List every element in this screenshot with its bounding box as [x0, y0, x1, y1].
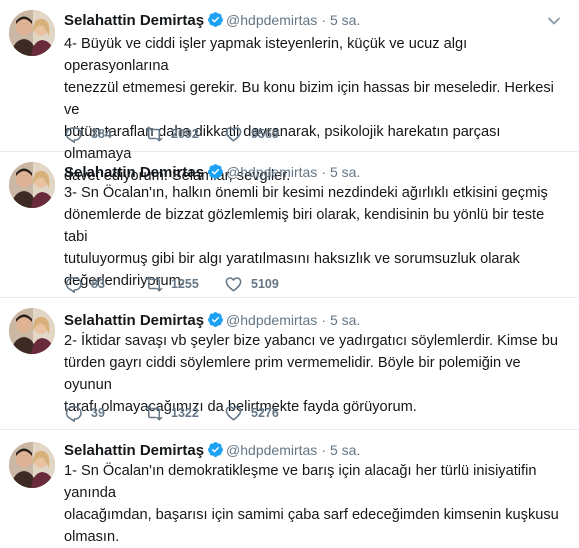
- like-count: 5276: [251, 406, 279, 420]
- avatar[interactable]: [9, 308, 55, 354]
- author-name[interactable]: Selahattin Demirtaş: [64, 12, 204, 29]
- tweet-text-line: türden gayrı ciddi söylemlere prim verme…: [64, 355, 521, 393]
- tweet-actions: 39 1322 5276: [64, 403, 384, 423]
- verified-badge-icon: [207, 11, 224, 34]
- reply-count: 39: [91, 406, 105, 420]
- tweet[interactable]: Selahattin Demirtaş @hdpdemirtas · 5 sa. 3-…: [0, 152, 579, 298]
- tweet-header: Selahattin Demirtaş @hdpdemirtas · 5 sa.: [64, 162, 360, 182]
- author-name[interactable]: Selahattin Demirtaş: [64, 164, 204, 181]
- retweet-icon: [145, 405, 163, 421]
- avatar[interactable]: [9, 10, 55, 56]
- avatar[interactable]: [9, 162, 55, 208]
- reply-icon: [65, 406, 82, 422]
- reply-count: 384: [91, 127, 112, 141]
- reply-count: 83: [91, 277, 105, 291]
- avatar[interactable]: [9, 442, 55, 488]
- tweet-header: Selahattin Demirtaş @hdpdemirtas · 5 sa.: [64, 10, 360, 30]
- tweet[interactable]: Selahattin Demirtaş @hdpdemirtas · 5 sa. 1-…: [0, 430, 579, 545]
- tweet[interactable]: Selahattin Demirtaş @hdpdemirtas · 5 sa. 2-…: [0, 298, 579, 430]
- author-handle[interactable]: @hdpdemirtas: [226, 312, 317, 328]
- author-handle[interactable]: @hdpdemirtas: [226, 12, 317, 28]
- separator: ·: [321, 442, 326, 458]
- tweet-text-line: tutuluyormuş gibi bir algı yaratılmasını…: [64, 251, 520, 267]
- author-name[interactable]: Selahattin Demirtaş: [64, 442, 204, 459]
- heart-icon: [225, 406, 242, 421]
- heart-icon: [225, 277, 242, 292]
- heart-icon: [225, 127, 242, 142]
- retweet-count: 1255: [171, 277, 199, 291]
- timestamp[interactable]: 5 sa.: [330, 312, 360, 328]
- author-handle[interactable]: @hdpdemirtas: [226, 164, 317, 180]
- tweet-actions: 83 1255 5109: [64, 274, 384, 294]
- tweet[interactable]: Selahattin Demirtaş @hdpdemirtas · 5 sa. 4-…: [0, 0, 579, 184]
- timestamp[interactable]: 5 sa.: [330, 442, 360, 458]
- reply-icon: [65, 127, 82, 143]
- author-name[interactable]: Selahattin Demirtaş: [64, 312, 204, 329]
- like-count: 5109: [251, 277, 279, 291]
- chevron-down-icon[interactable]: [547, 14, 561, 28]
- tweet-text-line: olacağımdan, başarısı için samimi çaba s…: [64, 507, 559, 523]
- tweet-text-line: olmasın.: [64, 529, 120, 545]
- tweet-text-line: 2- İktidar savaşı vb şeyler bize yabancı…: [64, 333, 558, 349]
- tweet-actions: 384 2092 9569: [64, 124, 384, 144]
- author-handle[interactable]: @hdpdemirtas: [226, 442, 317, 458]
- retweet-icon: [145, 276, 163, 292]
- separator: ·: [321, 312, 326, 328]
- timestamp[interactable]: 5 sa.: [330, 164, 360, 180]
- tweet-text-line: 4- Büyük ve ciddi işler yapmak isteyenle…: [64, 36, 468, 74]
- retweet-count: 1322: [171, 406, 199, 420]
- tweet-text-line: 3- Sn Öcalan'ın, halkın önemli bir kesim…: [64, 185, 548, 201]
- tweet-text-line: tenezzül etmemesi gerekir. Bu konu bizim…: [64, 80, 554, 118]
- retweet-icon: [145, 126, 163, 142]
- tweet-feed: Selahattin Demirtaş @hdpdemirtas · 5 sa. 4-…: [0, 0, 579, 545]
- tweet-text: 1- Sn Öcalan'ın demokratikleşme ve barış…: [64, 460, 564, 548]
- retweet-count: 2092: [171, 127, 199, 141]
- separator: ·: [321, 12, 326, 28]
- tweet-text-line: dönemlerde de bizzat gözlemlemiş biri ol…: [64, 207, 545, 245]
- timestamp[interactable]: 5 sa.: [330, 12, 360, 28]
- tweet-header: Selahattin Demirtaş @hdpdemirtas · 5 sa.: [64, 440, 360, 460]
- separator: ·: [321, 164, 326, 180]
- reply-icon: [65, 277, 82, 293]
- like-count: 9569: [251, 127, 279, 141]
- tweet-text-line: 1- Sn Öcalan'ın demokratikleşme ve barış…: [64, 463, 537, 501]
- tweet-header: Selahattin Demirtaş @hdpdemirtas · 5 sa.: [64, 310, 360, 330]
